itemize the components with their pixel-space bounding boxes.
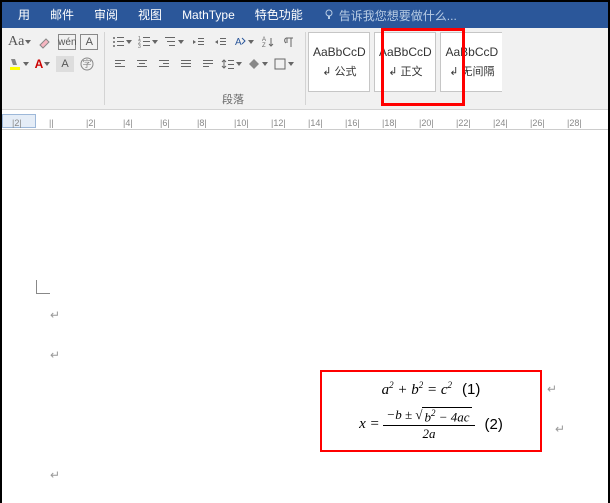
ruler-tick: |26|: [530, 118, 545, 128]
shading-button[interactable]: [247, 54, 269, 74]
ruler-tick: |12|: [271, 118, 286, 128]
equation-2: x = −b ± √b2 − 4ac 2a (2): [359, 407, 503, 442]
style-normal[interactable]: AaBbCcD ↲ 正文: [374, 32, 436, 92]
ruler-tick: ||: [49, 118, 54, 128]
tab-mail[interactable]: 邮件: [40, 2, 84, 28]
eraser-button[interactable]: [36, 32, 54, 52]
justify-button[interactable]: [177, 54, 195, 74]
ruler-tick: |14|: [308, 118, 323, 128]
styles-group: AaBbCcD ↲ 公式 AaBbCcD ↲ 正文 AaBbCcD ↲ 无间隔: [306, 28, 504, 109]
ruler-tick: |2|: [12, 118, 22, 128]
ruler-tick: |28|: [567, 118, 582, 128]
ruler-tick: |8|: [197, 118, 207, 128]
tell-me-search[interactable]: 告诉我您想要做什么...: [323, 7, 457, 24]
asian-layout-button[interactable]: A: [233, 32, 255, 52]
equation-1: a2 + b2 = c2 (1): [382, 380, 481, 399]
svg-text:Z: Z: [262, 43, 266, 49]
ruler-tick: |4|: [123, 118, 133, 128]
tab-view[interactable]: 视图: [128, 2, 172, 28]
equation-formula: a2 + b2 = c2: [382, 380, 452, 399]
ruler-tick: |24|: [493, 118, 508, 128]
ruler-tick: |16|: [345, 118, 360, 128]
style-preview: AaBbCcD: [313, 45, 366, 59]
tab-mathtype[interactable]: MathType: [172, 2, 245, 28]
search-placeholder: 告诉我您想要做什么...: [339, 7, 457, 24]
paragraph-mark: ↵: [50, 468, 60, 482]
character-border-button[interactable]: A: [80, 34, 98, 50]
distribute-button[interactable]: [199, 54, 217, 74]
numbering-button[interactable]: 123: [137, 32, 159, 52]
ruler-tick: |22|: [456, 118, 471, 128]
paragraph-group: 123 A AZ: [105, 28, 305, 109]
horizontal-ruler[interactable]: |2| || |2| |4| |6| |8| |10| |12| |14| |16| |18| |20…: [2, 110, 608, 130]
svg-text:字: 字: [82, 58, 91, 69]
tab-reference[interactable]: 用: [8, 2, 40, 28]
borders-button[interactable]: [273, 54, 295, 74]
ruler-tick: |20|: [419, 118, 434, 128]
bullets-button[interactable]: [111, 32, 133, 52]
paragraph-group-label: 段落: [222, 91, 244, 107]
document-area[interactable]: ↵ ↵ ↵ ↵ ↵ a2 + b2 = c2 (1) x = −b ± √b2 …: [2, 130, 608, 503]
enclose-characters-button[interactable]: 字: [78, 54, 96, 74]
increase-indent-button[interactable]: [211, 32, 229, 52]
font-color-button[interactable]: A: [34, 54, 52, 74]
paragraph-mark: ↵: [50, 308, 60, 322]
style-name: ↲ 无间隔: [449, 63, 494, 79]
paragraph-mark: ↵: [50, 348, 60, 362]
style-name: ↲ 正文: [388, 63, 422, 79]
font-group: Aa wén A A A 字: [2, 28, 104, 109]
align-left-button[interactable]: [111, 54, 129, 74]
ruler-tick: |6|: [160, 118, 170, 128]
show-formatting-button[interactable]: [281, 32, 299, 52]
grow-font-button[interactable]: Aa: [8, 32, 32, 52]
paragraph-mark: ↵: [555, 422, 565, 436]
decrease-indent-button[interactable]: [189, 32, 207, 52]
style-preview: AaBbCcD: [379, 45, 432, 59]
character-shading-button[interactable]: A: [56, 56, 74, 72]
align-center-button[interactable]: [133, 54, 151, 74]
multilevel-list-button[interactable]: [163, 32, 185, 52]
ruler-tick: |18|: [382, 118, 397, 128]
style-preview: AaBbCcD: [445, 45, 498, 59]
style-formula[interactable]: AaBbCcD ↲ 公式: [308, 32, 370, 92]
align-right-button[interactable]: [155, 54, 173, 74]
paragraph-mark: ↵: [547, 382, 557, 396]
equation-formula: x = −b ± √b2 − 4ac 2a: [359, 407, 474, 442]
svg-text:3: 3: [138, 44, 141, 49]
equation-number: (2): [485, 416, 503, 433]
line-spacing-button[interactable]: [221, 54, 243, 74]
menubar: 用 邮件 审阅 视图 MathType 特色功能 告诉我您想要做什么...: [2, 2, 608, 28]
tab-review[interactable]: 审阅: [84, 2, 128, 28]
page-margin-corner: [36, 280, 50, 294]
sort-button[interactable]: AZ: [259, 32, 277, 52]
tab-special[interactable]: 特色功能: [245, 2, 313, 28]
ruler-tick: |2|: [86, 118, 96, 128]
highlight-button[interactable]: [8, 54, 30, 74]
style-name: ↲ 公式: [322, 63, 356, 79]
equations-block: a2 + b2 = c2 (1) x = −b ± √b2 − 4ac 2a (…: [320, 370, 542, 452]
ruler-tick: |10|: [234, 118, 249, 128]
style-no-spacing[interactable]: AaBbCcD ↲ 无间隔: [440, 32, 502, 92]
lightbulb-icon: [323, 9, 335, 21]
ribbon: Aa wén A A A 字 123 A AZ: [2, 28, 608, 110]
equation-number: (1): [462, 381, 480, 398]
svg-text:A: A: [235, 37, 242, 48]
phonetic-guide-button[interactable]: wén: [58, 34, 76, 50]
